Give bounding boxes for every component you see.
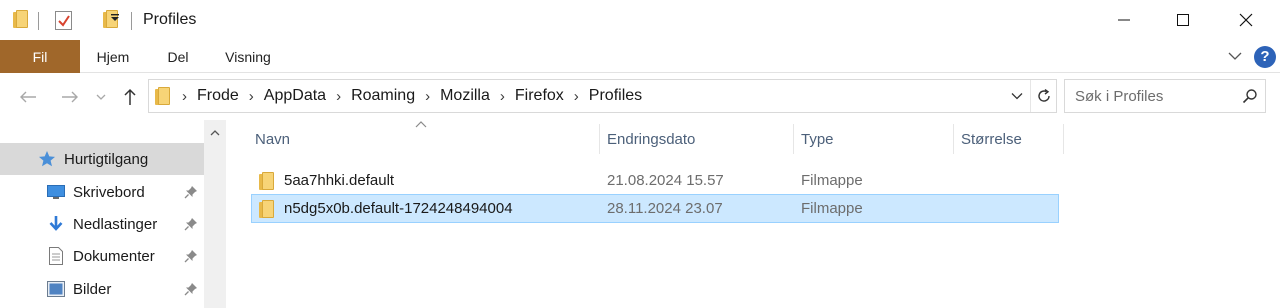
navigation-pane: Hurtigtilgang Skrivebord Nedlastinger Do… xyxy=(0,120,226,308)
maximize-button[interactable] xyxy=(1153,0,1213,40)
breadcrumb-item[interactable]: Roaming xyxy=(347,87,419,105)
breadcrumb-item[interactable]: AppData xyxy=(260,87,330,105)
refresh-icon[interactable] xyxy=(1030,80,1056,112)
star-icon xyxy=(38,150,56,168)
close-icon xyxy=(1239,13,1253,27)
title-separator xyxy=(131,12,132,30)
help-icon[interactable]: ? xyxy=(1254,45,1276,68)
pin-icon[interactable] xyxy=(184,282,198,300)
close-button[interactable] xyxy=(1216,0,1276,40)
nav-item-label: Dokumenter xyxy=(73,247,155,265)
folder-icon xyxy=(259,200,274,218)
breadcrumb-chevron-icon[interactable]: › xyxy=(568,88,585,105)
search-input[interactable]: Søk i Profiles xyxy=(1075,88,1235,105)
pin-icon[interactable] xyxy=(184,217,198,235)
file-type: Filmappe xyxy=(801,200,863,217)
nav-item-label: Skrivebord xyxy=(73,183,145,201)
tab-file[interactable]: Fil xyxy=(0,40,80,73)
breadcrumb-chevron-icon[interactable]: › xyxy=(176,88,193,105)
breadcrumb-chevron-icon[interactable]: › xyxy=(243,88,260,105)
tab-home[interactable]: Hjem xyxy=(88,40,138,73)
pictures-icon xyxy=(47,280,65,298)
properties-checkbox-icon[interactable] xyxy=(55,11,72,30)
address-history-chevron-icon[interactable] xyxy=(1004,80,1030,112)
folder-icon xyxy=(13,10,28,28)
nav-item-label: Bilder xyxy=(73,280,112,298)
search-box[interactable]: Søk i Profiles xyxy=(1064,79,1266,113)
breadcrumb-chevron-icon[interactable]: › xyxy=(330,88,347,105)
window-title: Profiles xyxy=(143,11,197,28)
folder-icon xyxy=(155,87,170,105)
ribbon: Fil Hjem Del Visning ? xyxy=(0,40,1280,73)
expand-ribbon-icon[interactable] xyxy=(1228,48,1242,65)
file-name[interactable]: 5aa7hhki.default xyxy=(284,166,394,195)
minimize-button[interactable] xyxy=(1094,0,1154,40)
document-icon xyxy=(47,247,65,265)
breadcrumb-item[interactable]: Mozilla xyxy=(436,87,494,105)
title-bar: Profiles xyxy=(0,0,1280,40)
nav-item-downloads[interactable]: Nedlastinger xyxy=(0,208,204,240)
folder-icon xyxy=(259,172,274,190)
nav-item-label: Nedlastinger xyxy=(73,215,158,233)
file-name[interactable]: n5dg5x0b.default-1724248494004 xyxy=(284,195,513,222)
file-date: 21.08.2024 15.57 xyxy=(607,172,724,189)
column-divider[interactable] xyxy=(1063,124,1064,154)
search-icon[interactable] xyxy=(1235,80,1265,112)
breadcrumb: › Frode › AppData › Roaming › Mozilla › … xyxy=(176,80,1004,112)
tab-share[interactable]: Del xyxy=(158,40,198,73)
address-bar[interactable]: › Frode › AppData › Roaming › Mozilla › … xyxy=(148,79,1057,113)
recent-locations-button[interactable] xyxy=(92,85,110,109)
forward-arrow-icon xyxy=(62,91,78,103)
pin-icon[interactable] xyxy=(184,185,198,203)
nav-item-label: Hurtigtilgang xyxy=(64,150,149,168)
download-icon xyxy=(47,215,65,233)
file-date: 28.11.2024 23.07 xyxy=(607,200,723,217)
file-type: Filmappe xyxy=(801,172,863,189)
chevron-down-icon xyxy=(96,94,106,100)
breadcrumb-item[interactable]: Profiles xyxy=(585,87,646,105)
navigation-scrollbar[interactable] xyxy=(204,120,226,308)
scroll-up-chevron-icon[interactable] xyxy=(204,120,226,144)
breadcrumb-chevron-icon[interactable]: › xyxy=(494,88,511,105)
table-row[interactable]: 5aa7hhki.default 21.08.2024 15.57 Filmap… xyxy=(251,166,1059,195)
customize-quick-access-icon[interactable] xyxy=(110,13,120,26)
column-header-date[interactable]: Endringsdato xyxy=(599,120,793,158)
nav-item-pictures[interactable]: Bilder xyxy=(0,273,204,305)
breadcrumb-item[interactable]: Frode xyxy=(193,87,243,105)
back-arrow-icon xyxy=(20,91,36,103)
column-header-name[interactable]: Navn xyxy=(247,120,599,158)
nav-item-quick-access[interactable]: Hurtigtilgang xyxy=(0,143,204,175)
file-list: Navn Endringsdato Type Størrelse 5aa7hhk… xyxy=(226,120,1280,308)
up-arrow-icon xyxy=(124,88,136,105)
column-header-size[interactable]: Størrelse xyxy=(953,120,1063,158)
column-header-type[interactable]: Type xyxy=(793,120,953,158)
nav-item-desktop[interactable]: Skrivebord xyxy=(0,176,204,208)
pin-icon[interactable] xyxy=(184,249,198,267)
table-row[interactable]: n5dg5x0b.default-1724248494004 28.11.202… xyxy=(251,194,1059,223)
breadcrumb-item[interactable]: Firefox xyxy=(511,87,568,105)
back-button[interactable] xyxy=(14,85,42,109)
desktop-icon xyxy=(47,183,65,201)
breadcrumb-chevron-icon[interactable]: › xyxy=(419,88,436,105)
up-button[interactable] xyxy=(118,85,142,109)
maximize-icon xyxy=(1177,14,1189,26)
forward-button[interactable] xyxy=(56,85,84,109)
minimize-icon xyxy=(1118,19,1130,21)
tab-view[interactable]: Visning xyxy=(218,40,278,73)
address-row: › Frode › AppData › Roaming › Mozilla › … xyxy=(0,73,1280,120)
nav-item-documents[interactable]: Dokumenter xyxy=(0,240,204,272)
quick-access-separator xyxy=(38,12,39,30)
